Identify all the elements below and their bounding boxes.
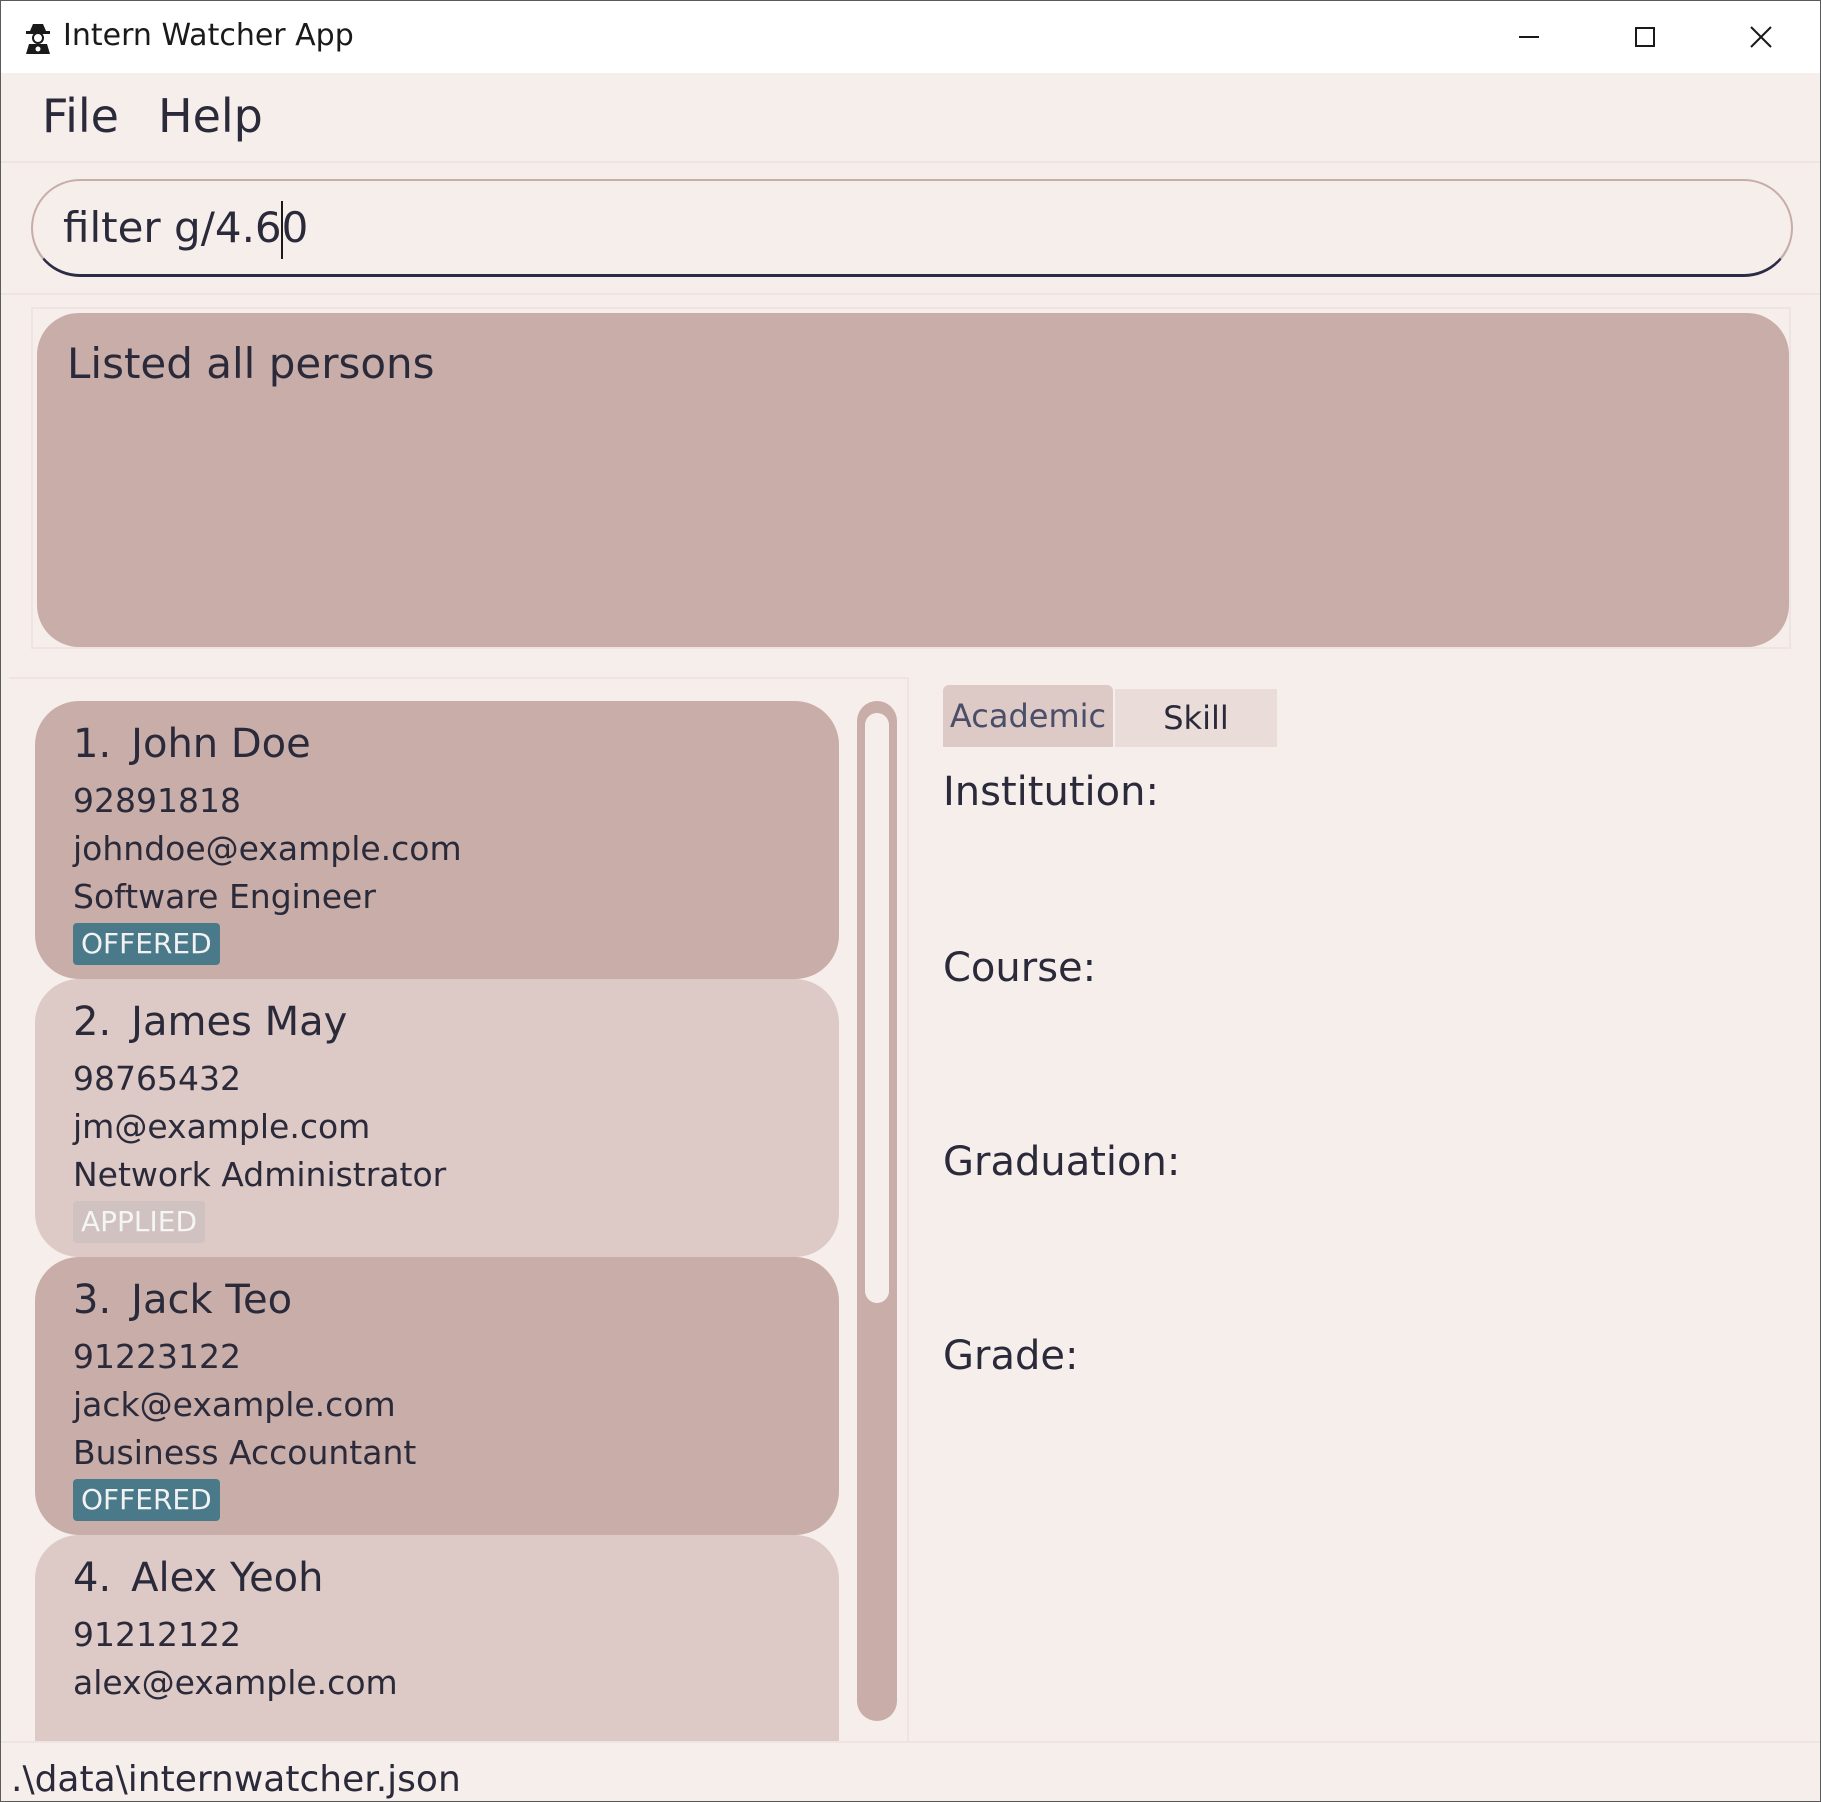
data-file-path: .\data\internwatcher.json <box>11 1759 461 1800</box>
close-icon <box>1750 26 1772 48</box>
status-badge: APPLIED <box>73 1201 206 1243</box>
person-index: 3. <box>73 1277 112 1323</box>
graduation-label: Graduation: <box>943 1139 1181 1185</box>
person-card[interactable]: 1. John Doe 92891818 johndoe@example.com … <box>35 701 839 979</box>
tab-academic[interactable]: Academic <box>943 685 1113 747</box>
maximize-button[interactable] <box>1587 1 1703 73</box>
menu-file[interactable]: File <box>42 89 119 143</box>
person-role: Business Accountant <box>73 1433 417 1472</box>
person-name-row: 1. John Doe <box>73 721 839 777</box>
text-caret <box>281 201 283 259</box>
person-email: alex@example.com <box>73 1663 398 1702</box>
person-card[interactable]: 3. Jack Teo 91223122 jack@example.com Bus… <box>35 1257 839 1535</box>
person-email: johndoe@example.com <box>73 829 462 868</box>
person-index: 4. <box>73 1555 112 1601</box>
detail-panel: Academic Skill Institution: Course: Grad… <box>913 677 1793 1741</box>
minimize-icon <box>1519 36 1539 38</box>
person-email: jack@example.com <box>73 1385 396 1424</box>
detective-icon <box>26 24 50 54</box>
person-index: 2. <box>73 999 112 1045</box>
person-phone: 92891818 <box>73 781 241 820</box>
menu-help[interactable]: Help <box>158 89 263 143</box>
menu-bar: File Help <box>1 73 1820 161</box>
scrollbar-thumb[interactable] <box>865 713 889 1303</box>
status-badge: OFFERED <box>73 923 220 965</box>
person-name-row: 4. Alex Yeoh <box>73 1555 839 1611</box>
list-scrollbar[interactable] <box>857 701 897 1721</box>
person-name: Alex Yeoh <box>131 1555 324 1601</box>
person-name-row: 2. James May <box>73 999 839 1055</box>
person-name: John Doe <box>131 721 311 767</box>
close-button[interactable] <box>1703 1 1819 73</box>
status-bar: .\data\internwatcher.json <box>1 1741 1820 1801</box>
tab-skill[interactable]: Skill <box>1115 689 1277 747</box>
person-name: James May <box>131 999 348 1045</box>
minimize-button[interactable] <box>1471 1 1587 73</box>
app-window: Intern Watcher App File Help Listed all … <box>0 0 1821 1802</box>
person-list[interactable]: 1. John Doe 92891818 johndoe@example.com … <box>35 701 851 1741</box>
person-index: 1. <box>73 721 112 767</box>
person-phone: 91212122 <box>73 1615 241 1654</box>
person-role: Network Administrator <box>73 1155 447 1194</box>
person-list-panel: 1. John Doe 92891818 johndoe@example.com … <box>9 677 909 1743</box>
command-box <box>1 161 1820 295</box>
person-name-row: 3. Jack Teo <box>73 1277 839 1333</box>
grade-label: Grade: <box>943 1333 1079 1379</box>
person-role: Software Engineer <box>73 877 376 916</box>
command-input[interactable] <box>31 179 1793 277</box>
person-email: jm@example.com <box>73 1107 371 1146</box>
title-bar: Intern Watcher App <box>1 1 1820 73</box>
result-box[interactable]: Listed all persons <box>37 313 1789 647</box>
person-phone: 98765432 <box>73 1059 241 1098</box>
maximize-icon <box>1635 27 1655 47</box>
status-badge: OFFERED <box>73 1479 220 1521</box>
institution-label: Institution: <box>943 769 1159 815</box>
person-phone: 91223122 <box>73 1337 241 1376</box>
course-label: Course: <box>943 945 1097 991</box>
result-message: Listed all persons <box>67 339 435 388</box>
person-card[interactable]: 4. Alex Yeoh 91212122 alex@example.com <box>35 1535 839 1741</box>
result-display: Listed all persons <box>31 307 1791 649</box>
person-name: Jack Teo <box>131 1277 293 1323</box>
person-card[interactable]: 2. James May 98765432 jm@example.com Netw… <box>35 979 839 1257</box>
window-title: Intern Watcher App <box>63 18 354 53</box>
